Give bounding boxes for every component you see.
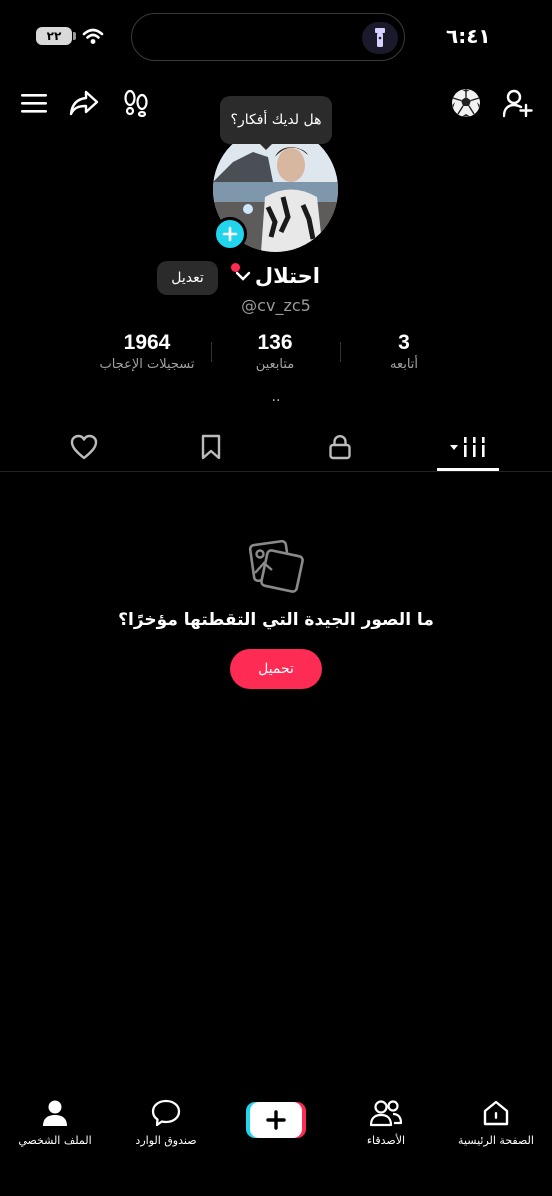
username: احتلال bbox=[254, 264, 320, 288]
chevron-down-icon bbox=[235, 271, 251, 281]
create-button[interactable] bbox=[246, 1102, 306, 1138]
notification-dot bbox=[231, 263, 240, 272]
battery-level: ٢٢ bbox=[46, 29, 62, 43]
flashlight-icon bbox=[362, 22, 398, 54]
upload-button[interactable]: تحميل bbox=[230, 649, 322, 689]
battery-tip bbox=[73, 32, 76, 40]
stat-followers-value: 136 bbox=[257, 331, 293, 354]
user-handle: @cv_zc5 bbox=[241, 296, 311, 315]
stat-following-label: أتابعه bbox=[389, 357, 419, 372]
ideas-tooltip[interactable]: هل لديك أفكار؟ bbox=[220, 96, 332, 144]
add-friend-icon[interactable] bbox=[503, 88, 533, 118]
create-icon bbox=[246, 1102, 306, 1138]
photos-icon bbox=[248, 539, 304, 593]
nav-home[interactable]: الصفحة الرئيسية bbox=[446, 1097, 546, 1147]
footprints-icon[interactable] bbox=[121, 88, 151, 118]
stat-likes-value: 1964 bbox=[123, 331, 171, 354]
tab-liked[interactable] bbox=[64, 432, 104, 462]
stat-likes-label: تسجيلات الإعجاب bbox=[99, 357, 195, 372]
nav-inbox-label: صندوق الوارد bbox=[135, 1134, 197, 1147]
wifi-icon bbox=[82, 28, 104, 44]
nav-friends[interactable]: الأصدقاء bbox=[336, 1097, 436, 1147]
tooltip-text: هل لديك أفكار؟ bbox=[230, 112, 322, 128]
upload-button-label: تحميل bbox=[258, 661, 294, 677]
tooltip-tail bbox=[258, 142, 274, 150]
status-time: ٦:٤١ bbox=[446, 24, 491, 48]
nav-profile-label: الملف الشخصي bbox=[18, 1134, 92, 1147]
share-icon[interactable] bbox=[69, 88, 99, 118]
edit-profile-label: تعديل bbox=[171, 270, 204, 286]
tab-private[interactable] bbox=[320, 432, 360, 462]
edit-profile-button[interactable]: تعديل bbox=[157, 261, 218, 295]
heart-icon bbox=[70, 434, 98, 460]
bookmark-icon bbox=[201, 434, 221, 460]
empty-state-text: ما الصور الجيدة التي التقطتها مؤخرًا؟ bbox=[118, 610, 434, 630]
stat-followers[interactable]: 136 متابعين bbox=[200, 331, 350, 372]
nav-inbox[interactable]: صندوق الوارد bbox=[116, 1097, 216, 1147]
inbox-icon bbox=[151, 1099, 181, 1127]
friends-icon bbox=[370, 1100, 402, 1127]
profile-icon bbox=[43, 1100, 67, 1126]
menu-icon[interactable] bbox=[19, 88, 49, 118]
tab-divider bbox=[0, 471, 552, 472]
home-icon bbox=[483, 1100, 509, 1126]
tab-videos[interactable] bbox=[446, 432, 492, 462]
nav-friends-label: الأصدقاء bbox=[366, 1134, 406, 1147]
add-avatar-button[interactable] bbox=[213, 217, 247, 251]
username-switcher[interactable]: احتلال bbox=[235, 264, 320, 288]
stat-following-value: 3 bbox=[398, 331, 410, 354]
soccer-ball-icon[interactable] bbox=[451, 88, 481, 118]
stat-following[interactable]: 3 أتابعه bbox=[329, 331, 479, 372]
stat-followers-label: متابعين bbox=[255, 357, 295, 372]
lock-icon bbox=[329, 434, 351, 460]
nav-home-label: الصفحة الرئيسية bbox=[458, 1134, 534, 1147]
bio-text: .. bbox=[271, 389, 281, 405]
nav-profile[interactable]: الملف الشخصي bbox=[5, 1097, 105, 1147]
stat-likes[interactable]: 1964 تسجيلات الإعجاب bbox=[72, 331, 222, 372]
grid-icon bbox=[450, 437, 485, 457]
battery-indicator: ٢٢ bbox=[36, 27, 72, 45]
tab-favorites[interactable] bbox=[191, 432, 231, 462]
